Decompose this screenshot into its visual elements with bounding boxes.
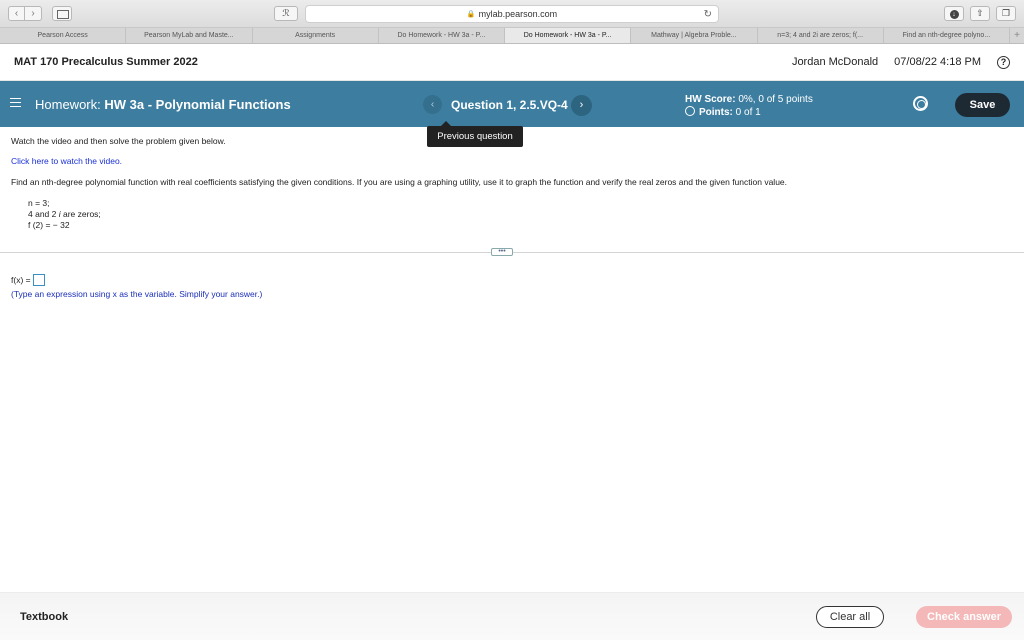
clear-all-button[interactable]: Clear all <box>816 606 884 628</box>
problem-prompt: Find an nth-degree polynomial function w… <box>11 177 788 187</box>
answer-label: f(x) = <box>11 275 31 285</box>
tab-pearson-mylab[interactable]: Pearson MyLab and Maste... <box>126 28 253 43</box>
share-icon[interactable]: ⇧ <box>970 6 990 21</box>
check-answer-button[interactable]: Check answer <box>916 606 1012 628</box>
course-header-right: Jordan McDonald 07/08/22 4:18 PM ? <box>791 55 1010 69</box>
next-question-button[interactable]: › <box>571 95 592 116</box>
points: Points: 0 of 1 <box>685 106 813 119</box>
tab-pearson-access[interactable]: Pearson Access <box>0 28 127 43</box>
address-bar[interactable]: 🔒 mylab.pearson.com ↻ <box>305 5 719 23</box>
tab-find-nth-degree[interactable]: Find an nth-degree polyno... <box>884 28 1010 43</box>
menu-icon[interactable] <box>10 98 21 107</box>
browser-toolbar: ‹ › ℛ 🔒 mylab.pearson.com ↻ ↓ ⇧ ❐ <box>0 0 1024 28</box>
tab-search-zeros[interactable]: n=3; 4 and 2i are zeros; f(... <box>758 28 884 43</box>
forward-icon[interactable]: › <box>25 6 42 21</box>
date-time: 07/08/22 4:18 PM <box>894 56 981 68</box>
save-button[interactable]: Save <box>955 93 1010 117</box>
tab-do-homework-2[interactable]: Do Homework - HW 3a - P... <box>505 28 632 43</box>
reload-icon[interactable]: ↻ <box>704 9 712 20</box>
course-header: MAT 170 Precalculus Summer 2022 Jordan M… <box>0 44 1024 81</box>
help-icon[interactable]: ? <box>997 55 1010 69</box>
extension-icon[interactable]: ℛ <box>274 6 298 21</box>
back-icon[interactable]: ‹ <box>8 6 25 21</box>
condition-f: f (2) = − 32 <box>28 220 70 230</box>
expand-handle[interactable]: ••• <box>491 248 513 256</box>
answer-hint: (Type an expression using x as the varia… <box>11 289 263 299</box>
tab-do-homework-1[interactable]: Do Homework - HW 3a - P... <box>379 28 505 43</box>
score-panel: HW Score: 0%, 0 of 5 points Points: 0 of… <box>685 93 813 119</box>
condition-n: n = 3; <box>28 198 50 208</box>
condition-zeros: 4 and 2 i are zeros; <box>28 209 101 219</box>
lock-icon: 🔒 <box>466 11 476 18</box>
download-icon[interactable]: ↓ <box>944 6 964 21</box>
nav-buttons: ‹ › <box>8 6 42 21</box>
tab-mathway[interactable]: Mathway | Algebra Proble... <box>631 28 758 43</box>
homework-title: Homework: HW 3a - Polynomial Functions <box>35 97 291 112</box>
tab-strip: Pearson Access Pearson MyLab and Maste..… <box>0 28 1024 44</box>
question-label[interactable]: Question 1, 2.5.VQ-4 <box>451 98 568 112</box>
previous-question-button[interactable]: ‹ <box>423 95 442 114</box>
conditions: n = 3; 4 and 2 i are zeros; f (2) = − 32 <box>28 198 101 231</box>
hw-score: HW Score: 0%, 0 of 5 points <box>685 94 813 105</box>
url-text: mylab.pearson.com <box>478 9 558 19</box>
homework-prefix: Homework: <box>35 97 101 112</box>
homework-bar: Homework: HW 3a - Polynomial Functions ‹… <box>0 81 1024 127</box>
user-name: Jordan McDonald <box>791 56 879 68</box>
toolbar-right: ↓ ⇧ ❐ <box>944 6 1016 21</box>
gear-icon[interactable] <box>913 96 928 111</box>
footer-bar: Textbook Clear all Check answer <box>0 592 1024 640</box>
sidebar-toggle-icon[interactable] <box>52 6 72 21</box>
points-radio-icon <box>685 106 695 116</box>
answer-input[interactable] <box>32 274 45 286</box>
textbook-link[interactable]: Textbook <box>20 611 68 623</box>
new-tab-icon[interactable]: + <box>1010 28 1024 43</box>
instruction-text: Watch the video and then solve the probl… <box>11 136 226 146</box>
previous-question-tooltip: Previous question <box>427 121 523 147</box>
course-title: MAT 170 Precalculus Summer 2022 <box>14 56 198 68</box>
answer-row: f(x) = <box>11 274 45 286</box>
homework-name: HW 3a - Polynomial Functions <box>104 97 291 112</box>
tabs-overview-icon[interactable]: ❐ <box>996 6 1016 21</box>
video-link[interactable]: Click here to watch the video. <box>11 156 122 166</box>
tab-assignments[interactable]: Assignments <box>253 28 379 43</box>
